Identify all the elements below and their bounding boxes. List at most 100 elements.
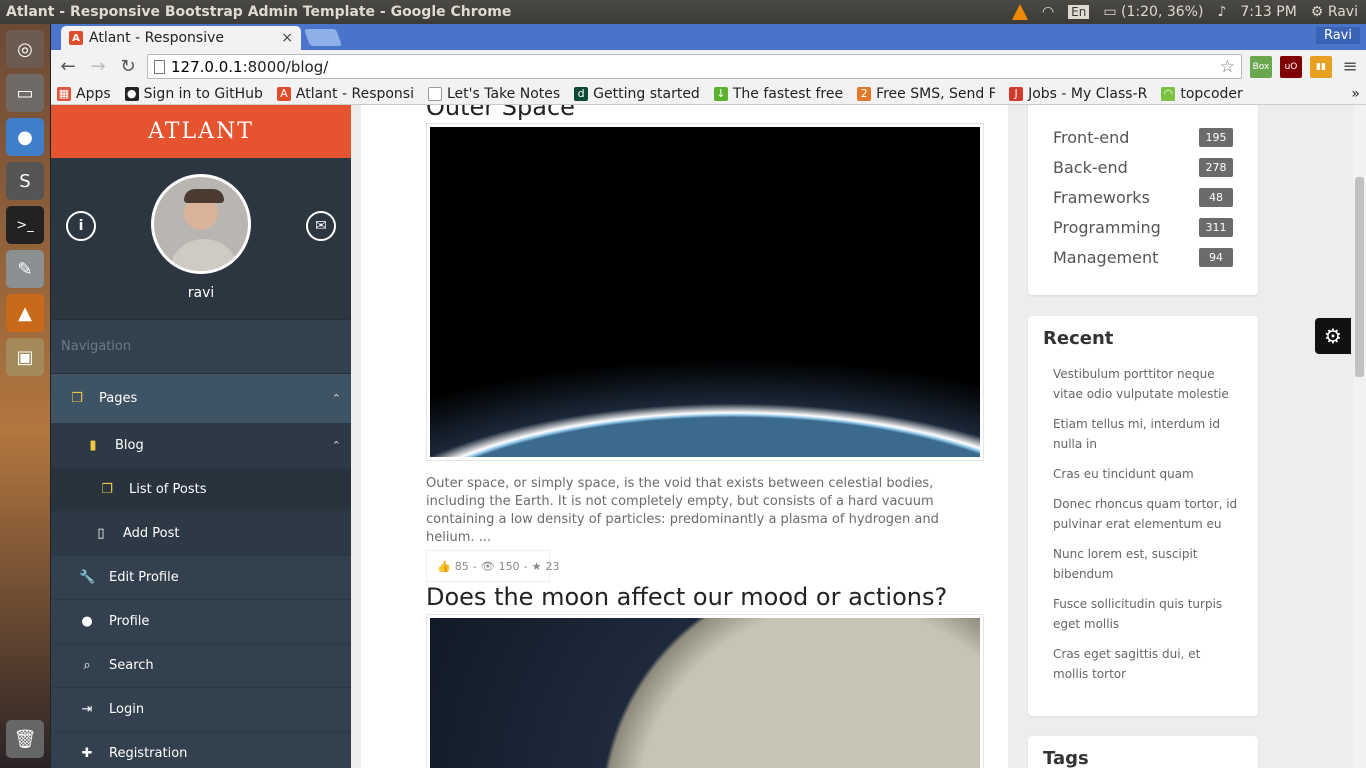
reload-button[interactable]: ↻ <box>117 56 139 77</box>
post-image[interactable] <box>426 123 984 461</box>
dash-home-icon[interactable]: ◎ <box>6 30 44 68</box>
sidebar-item-search[interactable]: ⌕ Search <box>51 644 351 688</box>
sidebar-item-edit-profile[interactable]: 🔧 Edit Profile <box>51 556 351 600</box>
clock[interactable]: 7:13 PM <box>1240 4 1296 20</box>
page-scrollbar[interactable] <box>1353 105 1366 768</box>
blog-content: Outer Space Outer space, or simply space… <box>361 105 1008 768</box>
post-image[interactable] <box>426 614 984 768</box>
category-item[interactable]: Back-end 278 <box>1053 158 1233 177</box>
sidebar-item-pages[interactable]: ❐ Pages ⌃ <box>51 374 351 424</box>
recent-widget: Recent Vestibulum porttitor neque vitae … <box>1028 316 1258 716</box>
sublime-text-icon[interactable]: S <box>6 162 44 200</box>
url-path: :8000/blog/ <box>242 57 329 76</box>
sidebar-item-registration[interactable]: ✚ Registration <box>51 732 351 768</box>
sidebar-item-list-of-posts[interactable]: ❐ List of Posts <box>51 468 351 512</box>
browser-tab[interactable]: A Atlant - Responsive × <box>61 26 301 50</box>
app-icon[interactable]: ▣ <box>6 338 44 376</box>
bookmark-fastest[interactable]: ↓ The fastest free <box>713 86 843 102</box>
tags-widget: Tags <box>1028 736 1258 768</box>
recent-post-link[interactable]: Cras eget sagittis dui, et mollis tortor <box>1053 644 1238 684</box>
boxon-extension-icon[interactable]: Box <box>1250 55 1272 78</box>
sidebar-item-blog[interactable]: ▮ Blog ⌃ <box>51 424 351 468</box>
bookmark-django[interactable]: d Getting started <box>574 86 700 102</box>
ublock-extension-icon[interactable]: uO <box>1280 55 1302 78</box>
recent-post-link[interactable]: Fusce sollicitudin quis turpis eget moll… <box>1053 594 1238 634</box>
atlant-favicon-icon: A <box>69 31 83 45</box>
category-name: Programming <box>1053 218 1161 237</box>
atlant-icon: A <box>276 86 291 101</box>
recent-post-link[interactable]: Nunc lorem est, suscipit bibendum <box>1053 544 1238 584</box>
terminal-icon[interactable]: >_ <box>6 206 44 244</box>
keyboard-language[interactable]: En <box>1068 5 1090 19</box>
sidebar-item-profile[interactable]: ● Profile <box>51 600 351 644</box>
text-editor-icon[interactable]: ✎ <box>6 250 44 288</box>
category-item[interactable]: Front-end 195 <box>1053 128 1233 147</box>
bookmark-notes[interactable]: Let's Take Notes <box>428 86 560 102</box>
vlc-tray-icon[interactable] <box>1011 4 1028 20</box>
battery-indicator[interactable]: ▭ (1:20, 36%) <box>1103 4 1203 20</box>
volume-icon[interactable]: ♪ <box>1217 4 1226 20</box>
file-outline-icon: ▯ <box>97 526 105 541</box>
recent-post-link[interactable]: Vestibulum porttitor neque vitae odio vu… <box>1053 364 1238 404</box>
bookmark-atlant[interactable]: A Atlant - Responsi <box>276 86 414 102</box>
navigation-heading: Navigation <box>51 320 351 374</box>
admin-sidebar: ATLANT i ✉ ravi Navigation ❐ Pages ⌃ ▮ B… <box>51 105 351 768</box>
back-button[interactable]: ← <box>57 56 79 77</box>
site-logo[interactable]: ATLANT <box>51 105 351 158</box>
system-tray: ◠ En ▭ (1:20, 36%) ♪ 7:13 PM ⚙ Ravi <box>1011 4 1366 20</box>
sidebar-item-label: List of Posts <box>129 482 207 497</box>
sidebar-item-add-post[interactable]: ▯ Add Post <box>51 512 351 556</box>
recent-post-link[interactable]: Etiam tellus mi, interdum id nulla in <box>1053 414 1238 454</box>
stats-extension-icon[interactable]: ▮▮ <box>1310 55 1332 78</box>
github-icon: ● <box>124 86 139 101</box>
sms-icon: 2 <box>857 86 872 101</box>
bookmark-apps[interactable]: ▦ Apps <box>57 86 111 102</box>
page-info-icon[interactable] <box>154 59 165 74</box>
battery-text: (1:20, 36%) <box>1121 4 1204 20</box>
mail-icon[interactable]: ✉ <box>306 211 336 241</box>
vlc-icon[interactable]: ▲ <box>6 294 44 332</box>
chevron-up-icon: ⌃ <box>331 392 341 405</box>
close-tab-icon[interactable]: × <box>281 30 293 46</box>
chrome-icon[interactable]: ● <box>6 118 44 156</box>
settings-gear-icon[interactable]: ⚙ <box>1315 318 1351 354</box>
bookmark-topcoder[interactable]: ◠ topcoder <box>1161 86 1243 102</box>
download-icon: ↓ <box>713 86 728 101</box>
profile-button[interactable]: Ravi <box>1315 27 1360 44</box>
info-icon[interactable]: i <box>66 211 96 241</box>
plus-icon: ✚ <box>81 746 93 761</box>
category-item[interactable]: Frameworks 48 <box>1053 188 1233 207</box>
trash-icon[interactable]: 🗑 <box>6 720 44 758</box>
bookmark-label: Let's Take Notes <box>447 85 561 102</box>
apps-grid-icon: ▦ <box>57 86 71 101</box>
moon-image <box>430 618 980 768</box>
wifi-icon[interactable]: ◠ <box>1042 4 1054 20</box>
post-title[interactable]: Does the moon affect our mood or actions… <box>426 583 947 611</box>
bookmark-label: Sign in to GitHub <box>143 85 263 102</box>
bookmark-jobs[interactable]: J Jobs - My Class-R <box>1009 86 1147 102</box>
earth-from-space-image <box>430 127 980 457</box>
category-item[interactable]: Management 94 <box>1053 248 1233 267</box>
recent-post-link[interactable]: Cras eu tincidunt quam <box>1053 464 1238 484</box>
recent-post-link[interactable]: Donec rhoncus quam tortor, id pulvinar e… <box>1053 494 1238 534</box>
session-menu[interactable]: ⚙ Ravi <box>1311 4 1358 20</box>
chrome-menu-icon[interactable]: ≡ <box>1340 56 1360 77</box>
bookmark-star-icon[interactable]: ☆ <box>1220 57 1235 77</box>
new-tab-button[interactable] <box>303 29 343 46</box>
category-item[interactable]: Programming 311 <box>1053 218 1233 237</box>
sidebar-item-label: Add Post <box>123 526 180 541</box>
forward-button[interactable]: → <box>87 56 109 77</box>
more-bookmarks-icon[interactable]: » <box>1351 86 1360 102</box>
scrollbar-thumb[interactable] <box>1355 177 1364 377</box>
sidebar-item-login[interactable]: ⇥ Login <box>51 688 351 732</box>
category-count-badge: 278 <box>1199 158 1233 177</box>
files-icon[interactable]: ▭ <box>6 74 44 112</box>
address-bar[interactable]: 127.0.0.1:8000/blog/ ☆ <box>147 54 1242 79</box>
url-text[interactable]: 127.0.0.1:8000/blog/ <box>171 58 1214 76</box>
post-stats: 👍 85- 👁 150- ★ 23 <box>426 550 560 582</box>
post-title[interactable]: Outer Space <box>426 105 575 121</box>
files-icon: ❐ <box>101 482 113 497</box>
avatar[interactable] <box>151 174 251 274</box>
bookmark-github[interactable]: ● Sign in to GitHub <box>124 85 263 102</box>
bookmark-sms[interactable]: 2 Free SMS, Send F <box>857 86 995 102</box>
